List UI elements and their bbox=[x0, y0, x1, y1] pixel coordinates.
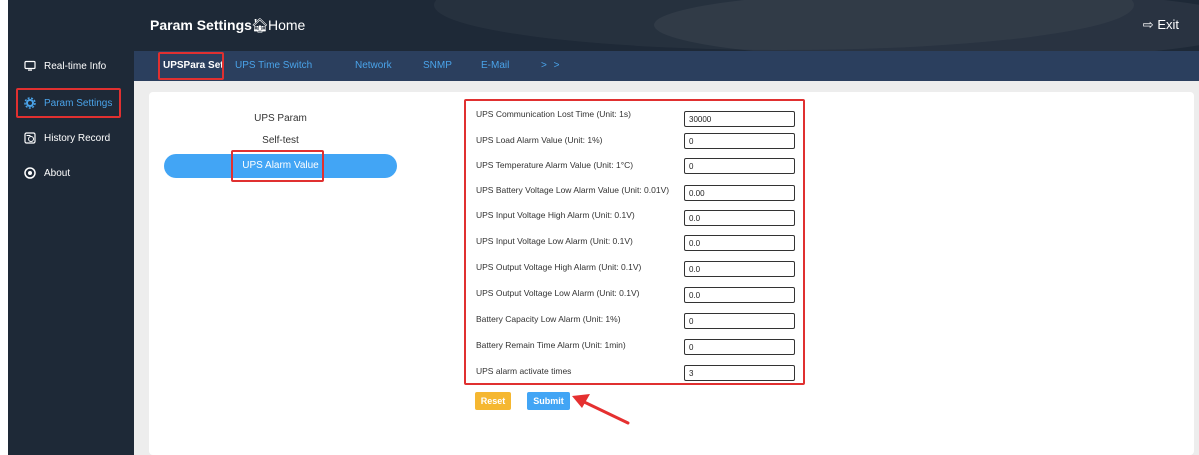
exit-button[interactable]: ⇨ Exit bbox=[1143, 17, 1179, 33]
menu-item-ups-param[interactable]: UPS Param bbox=[164, 107, 397, 131]
reset-button[interactable]: Reset bbox=[475, 392, 511, 410]
field-label: UPS alarm activate times bbox=[476, 366, 572, 376]
exit-label: Exit bbox=[1157, 17, 1179, 32]
field-label: UPS Input Voltage High Alarm (Unit: 0.1V… bbox=[476, 210, 635, 220]
alarm-activate-times-input[interactable] bbox=[684, 365, 795, 381]
header-bar: Param Settings 🏠︎ Home ⇨ Exit bbox=[134, 0, 1199, 51]
output-voltage-low-input[interactable] bbox=[684, 287, 795, 303]
field-label: UPS Output Voltage Low Alarm (Unit: 0.1V… bbox=[476, 288, 640, 298]
left-margin bbox=[0, 0, 8, 455]
sidebar-item-about[interactable]: About bbox=[8, 159, 134, 189]
sidebar-highlight-box bbox=[16, 88, 121, 118]
exit-icon: ⇨ bbox=[1142, 17, 1154, 32]
comm-lost-time-input[interactable] bbox=[684, 111, 795, 127]
output-voltage-high-input[interactable] bbox=[684, 261, 795, 277]
field-label: Battery Capacity Low Alarm (Unit: 1%) bbox=[476, 314, 621, 324]
header-decoration bbox=[654, 0, 1199, 51]
page-title: Param Settings bbox=[150, 17, 252, 33]
page: Real-time Info Param Settings History Re… bbox=[0, 0, 1199, 455]
battery-remain-time-input[interactable] bbox=[684, 339, 795, 355]
home-link[interactable]: Home bbox=[268, 17, 305, 33]
tab-email[interactable]: E-Mail bbox=[481, 60, 509, 71]
monitor-icon bbox=[24, 60, 36, 72]
tab-network[interactable]: Network bbox=[355, 60, 392, 71]
temperature-alarm-input[interactable] bbox=[684, 158, 795, 174]
field-label: UPS Load Alarm Value (Unit: 1%) bbox=[476, 135, 603, 145]
history-icon bbox=[24, 132, 36, 144]
input-voltage-low-input[interactable] bbox=[684, 235, 795, 251]
sidebar-item-label: Real-time Info bbox=[44, 61, 107, 72]
menu-highlight-box bbox=[231, 150, 324, 182]
field-label: UPS Input Voltage Low Alarm (Unit: 0.1V) bbox=[476, 236, 633, 246]
battery-capacity-low-input[interactable] bbox=[684, 313, 795, 329]
sidebar-item-history-record[interactable]: History Record bbox=[8, 124, 134, 154]
sidebar-item-label: History Record bbox=[44, 133, 111, 144]
sidebar-item-real-time-info[interactable]: Real-time Info bbox=[8, 52, 134, 82]
tab-snmp[interactable]: SNMP bbox=[423, 60, 452, 71]
battery-voltage-low-input[interactable] bbox=[684, 185, 795, 201]
home-icon[interactable]: 🏠︎ bbox=[251, 17, 269, 34]
sidebar-item-label: About bbox=[44, 168, 71, 179]
field-label: UPS Temperature Alarm Value (Unit: 1°C) bbox=[476, 160, 634, 170]
field-label: UPS Battery Voltage Low Alarm Value (Uni… bbox=[476, 185, 670, 195]
tab-ups-time-switch[interactable]: UPS Time Switch bbox=[235, 60, 312, 71]
field-label: UPS Communication Lost Time (Unit: 1s) bbox=[476, 109, 631, 119]
tab-highlight-box bbox=[158, 52, 224, 80]
field-label: UPS Output Voltage High Alarm (Unit: 0.1… bbox=[476, 262, 642, 272]
about-icon bbox=[24, 167, 36, 179]
red-arrow-annotation bbox=[572, 394, 630, 425]
tab-more[interactable]: > > bbox=[541, 60, 561, 71]
input-voltage-high-input[interactable] bbox=[684, 210, 795, 226]
field-label: Battery Remain Time Alarm (Unit: 1min) bbox=[476, 340, 626, 350]
load-alarm-input[interactable] bbox=[684, 133, 795, 149]
submit-button[interactable]: Submit bbox=[527, 392, 570, 410]
